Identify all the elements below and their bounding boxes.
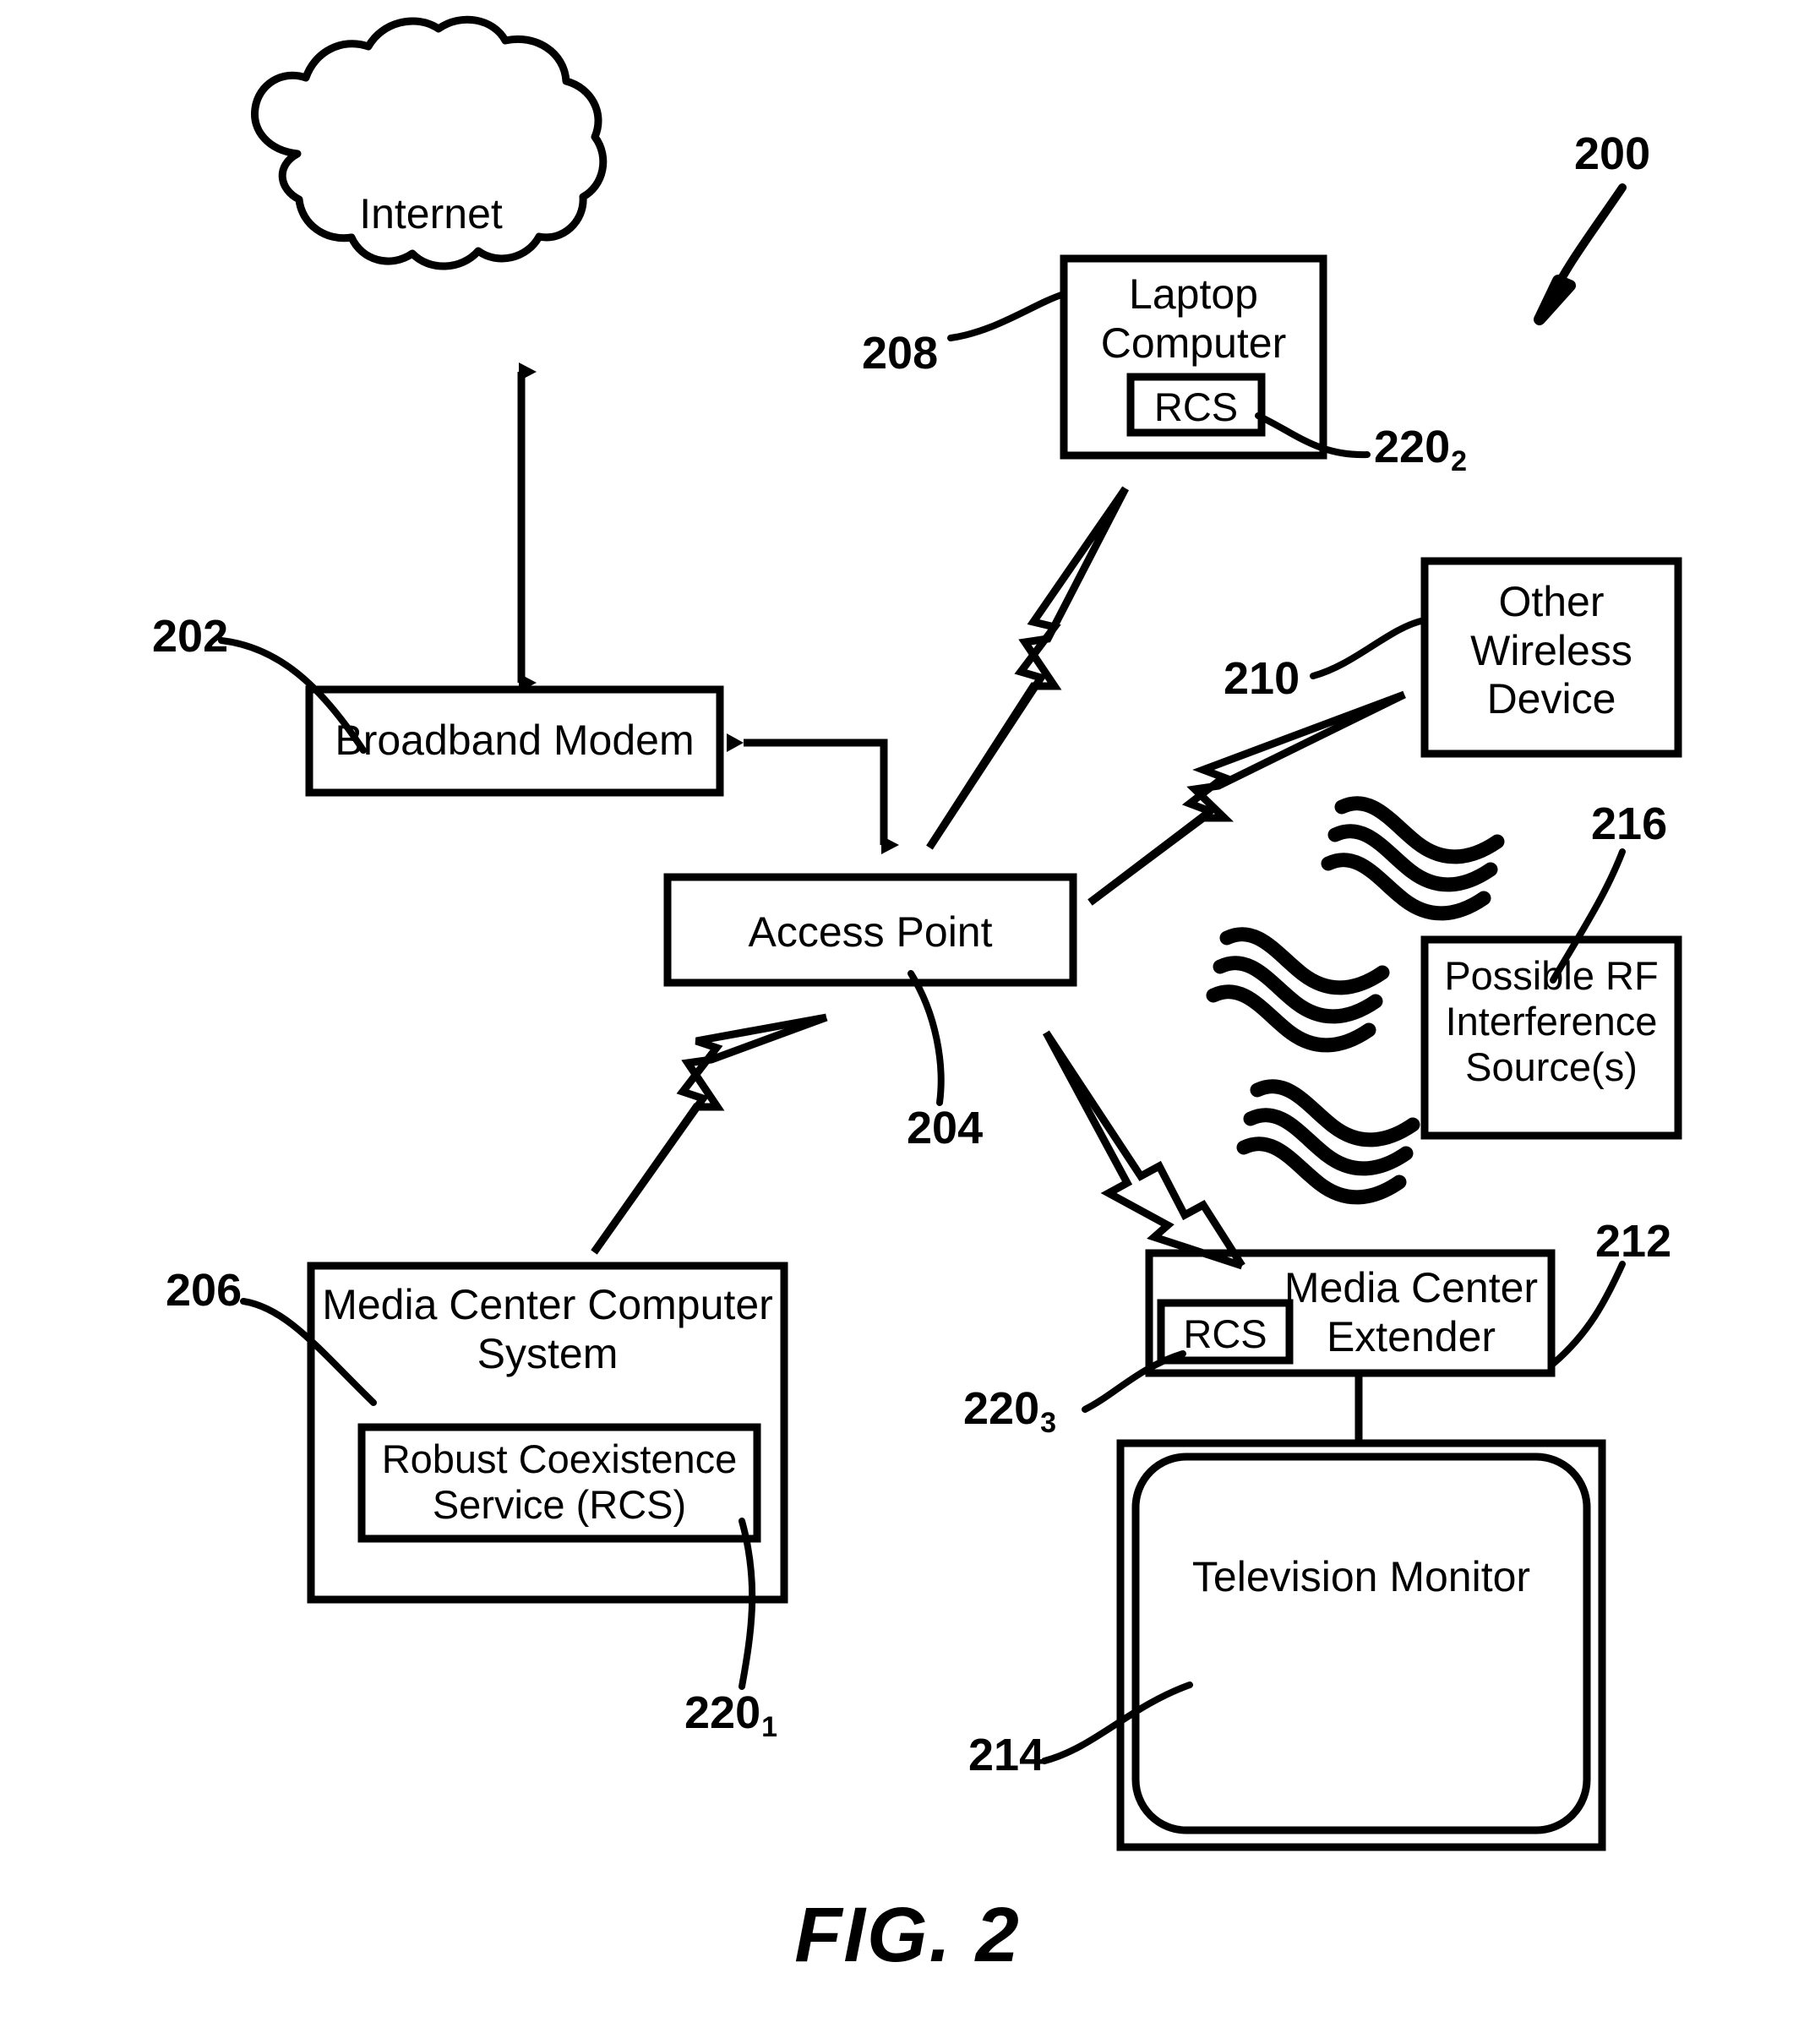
lightning-ap-to-media-center-computer [591, 1013, 828, 1255]
rf-wave-symbol-lower [1236, 1079, 1420, 1205]
laptop-computer-ref-208: 208 [862, 328, 939, 379]
leader-220-3 [1082, 1350, 1186, 1413]
leader-220-2 [1255, 412, 1371, 459]
leader-212 [1550, 1261, 1626, 1367]
media-center-extender-rcs-ref-220-3: 2203 [963, 1383, 1056, 1437]
figure-caption: FIG. 2 [794, 1892, 1021, 1978]
media-center-computer-ref-206: 206 [166, 1265, 243, 1316]
media-center-extender-label: Media Center Extender [1284, 1264, 1539, 1360]
rf-wave-symbol-left [1206, 927, 1390, 1053]
laptop-computer-label: Laptop Computer [1100, 270, 1287, 367]
other-wireless-device-label: Other Wireless Device [1470, 578, 1632, 722]
media-center-extender-ref-212: 212 [1595, 1216, 1672, 1267]
ref-base: 220 [963, 1383, 1040, 1434]
leader-210 [1310, 617, 1428, 679]
television-monitor-screen [1131, 1453, 1591, 1834]
ref-base: 220 [1374, 422, 1451, 472]
ref-subscript: 1 [761, 1711, 778, 1743]
rf-wave-symbol-upper [1321, 796, 1505, 921]
ref-subscript: 2 [1451, 445, 1468, 477]
media-center-computer-rcs-label: Robust Coexistence Service (RCS) [381, 1436, 738, 1528]
connector-modem-to-access-point [727, 733, 899, 854]
access-point-ref-204: 204 [907, 1103, 984, 1153]
media-center-extender-rcs-label: RCS [1183, 1311, 1267, 1356]
internet-label: Internet [359, 190, 503, 237]
leader-220-1 [739, 1518, 756, 1690]
television-monitor-label: Television Monitor [1191, 1553, 1531, 1600]
system-reference-label: 200 [1574, 128, 1651, 179]
laptop-rcs-label: RCS [1153, 384, 1239, 429]
lightning-ap-to-laptop [926, 486, 1129, 850]
ref-base: 220 [684, 1687, 761, 1738]
television-monitor-ref-214: 214 [968, 1730, 1045, 1780]
patent-figure-page: Internet 200 Laptop Computer RCS 208 220… [0, 0, 1815, 2044]
leader-204 [908, 970, 945, 1106]
laptop-rcs-ref-220-2: 2202 [1374, 422, 1467, 476]
media-center-computer-rcs-ref-220-1: 2201 [684, 1687, 777, 1741]
broadband-modem-ref-202: 202 [152, 611, 229, 662]
media-center-computer-label: Media Center Computer System [322, 1281, 773, 1377]
television-monitor-outer-frame [1116, 1439, 1606, 1851]
rf-interference-label: Possible RF Interference Source(s) [1444, 953, 1659, 1090]
system-reference-arrow-200 [1534, 183, 1627, 325]
leader-208 [947, 291, 1067, 341]
ref-subscript: 3 [1040, 1407, 1057, 1439]
lightning-ap-to-media-center-extender [1043, 1030, 1245, 1270]
other-wireless-device-ref-210: 210 [1224, 653, 1300, 704]
rf-interference-ref-216: 216 [1591, 799, 1668, 849]
access-point-label: Access Point [748, 908, 993, 956]
broadband-modem-label: Broadband Modem [335, 717, 695, 764]
